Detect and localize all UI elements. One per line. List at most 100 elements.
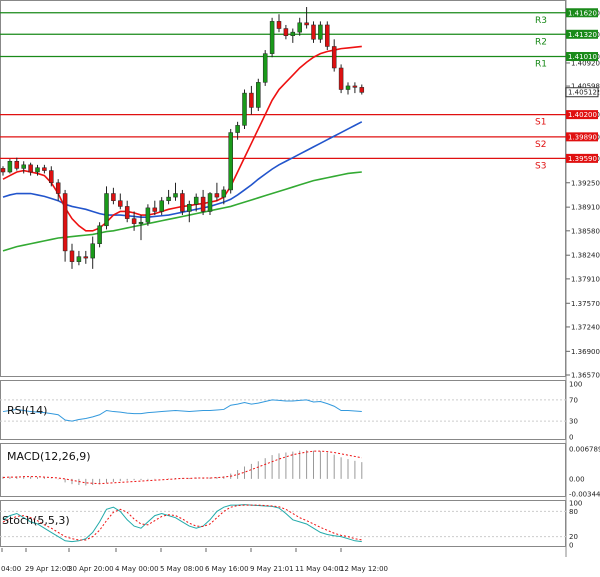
rsi-panel <box>0 380 566 440</box>
rsi-tick-label: 100 <box>569 381 582 389</box>
level-price-label: 1.41620 <box>568 9 597 17</box>
candle-body <box>256 82 261 108</box>
candle-body <box>97 225 102 244</box>
time-tick-label: 6 May 16:00 <box>205 565 249 573</box>
candle-body <box>21 164 26 169</box>
level-price-label: 1.41320 <box>568 31 597 39</box>
time-tick-label: 5 May 08:00 <box>160 565 204 573</box>
candle-body <box>145 207 151 223</box>
candle-body <box>207 193 213 212</box>
candle-body <box>173 193 178 198</box>
candle-body <box>83 256 89 259</box>
forex-chart: 1.416201.413201.410101.409201.405981.405… <box>0 0 600 573</box>
candle-body <box>200 196 206 212</box>
level-price-label: 1.39590 <box>568 155 597 163</box>
candle-body <box>90 243 95 259</box>
stoch-tick-label: 20 <box>569 533 578 541</box>
candle-body <box>235 125 240 133</box>
candle-body <box>331 46 337 69</box>
candle-body <box>269 21 275 54</box>
candle-body <box>290 31 296 36</box>
candle-body <box>221 189 227 198</box>
candle-body <box>0 168 6 173</box>
time-tick-label: 9 May 21:01 <box>250 565 294 573</box>
candle-body <box>359 87 365 93</box>
candle-body <box>166 196 171 201</box>
candle-body <box>214 193 220 198</box>
candle-body <box>55 182 61 194</box>
rsi-tick-label: 0 <box>569 434 573 442</box>
stoch-tick-label: 80 <box>569 508 578 516</box>
level-name-s1: S1 <box>535 118 546 128</box>
candle-body <box>262 53 268 83</box>
candle-body <box>111 193 116 201</box>
time-tick-label: 29 Apr 12:00 <box>25 565 71 573</box>
time-tick-label: 12 May 12:00 <box>340 565 388 573</box>
candle-body <box>152 207 158 212</box>
current-price-label: 1.40512 <box>568 89 597 97</box>
price-tick-label: 1.36900 <box>571 348 600 356</box>
candle-body <box>318 24 323 40</box>
candle-body <box>187 204 192 212</box>
price-tick-label: 1.38580 <box>571 227 600 235</box>
candle-body <box>42 167 47 171</box>
price-tick-label: 1.39250 <box>571 179 600 187</box>
candle-body <box>338 67 344 90</box>
price-tick-label: 1.37910 <box>571 275 600 283</box>
candle-body <box>69 250 75 262</box>
candle-body <box>283 28 289 36</box>
candle-body <box>304 22 309 26</box>
macd-tick-label: 0.006789 <box>569 446 600 454</box>
price-tick-label: 1.36570 <box>571 372 600 380</box>
stoch-tick-label: 100 <box>569 500 582 508</box>
price-tick-label: 1.37240 <box>571 323 600 331</box>
level-name-r3: R3 <box>535 16 547 26</box>
stoch-tick-label: 0 <box>569 542 573 550</box>
candle-body <box>193 196 199 205</box>
time-tick-label: 04:00 <box>1 565 21 573</box>
macd-tick-label: -0.003441 <box>569 491 600 499</box>
candle-body <box>138 221 144 224</box>
time-tick-label: 4 May 00:00 <box>115 565 159 573</box>
candle-body <box>118 200 123 207</box>
level-name-r2: R2 <box>535 37 547 47</box>
price-tick-label: 1.38240 <box>571 252 600 260</box>
price-tick-label: 1.37570 <box>571 300 600 308</box>
macd-tick-label: 0.00 <box>569 475 585 483</box>
candle-body <box>28 164 33 173</box>
candle-body <box>352 85 358 88</box>
level-price-label: 1.40200 <box>568 111 597 119</box>
level-name-s2: S2 <box>535 140 546 150</box>
candle-body <box>14 160 20 169</box>
candle-body <box>297 22 302 33</box>
macd-label: MACD(12,26,9) <box>7 450 91 463</box>
rsi-tick-label: 70 <box>569 396 578 404</box>
candle-body <box>180 193 185 212</box>
candle-body <box>159 200 164 212</box>
candle-body <box>249 92 254 108</box>
stoch-label: Stoch(5,5,3) <box>2 514 70 527</box>
level-name-s3: S3 <box>535 161 546 171</box>
candle-body <box>276 21 282 29</box>
rsi-tick-label: 30 <box>569 418 578 426</box>
chart-window: 1.416201.413201.410101.409201.405981.405… <box>0 0 600 577</box>
level-price-label: 1.39890 <box>568 133 597 141</box>
candle-body <box>49 170 54 184</box>
candle-body <box>131 218 137 224</box>
candle-body <box>7 160 13 173</box>
candle-body <box>242 92 247 126</box>
level-name-r1: R1 <box>535 60 547 70</box>
time-tick-label: 11 May 04:00 <box>295 565 343 573</box>
candle-body <box>311 24 316 40</box>
time-tick-label: 30 Apr 20:00 <box>68 565 114 573</box>
candle-body <box>104 193 109 227</box>
rsi-label: RSI(14) <box>7 404 47 417</box>
candle-body <box>228 132 233 191</box>
candle-body <box>325 24 330 47</box>
price-tick-label: 1.38910 <box>571 204 600 212</box>
level-price-label: 1.41010 <box>568 53 597 61</box>
candle-body <box>35 167 40 173</box>
candle-body <box>62 193 68 252</box>
candle-body <box>76 256 82 262</box>
candle-body <box>124 206 130 219</box>
